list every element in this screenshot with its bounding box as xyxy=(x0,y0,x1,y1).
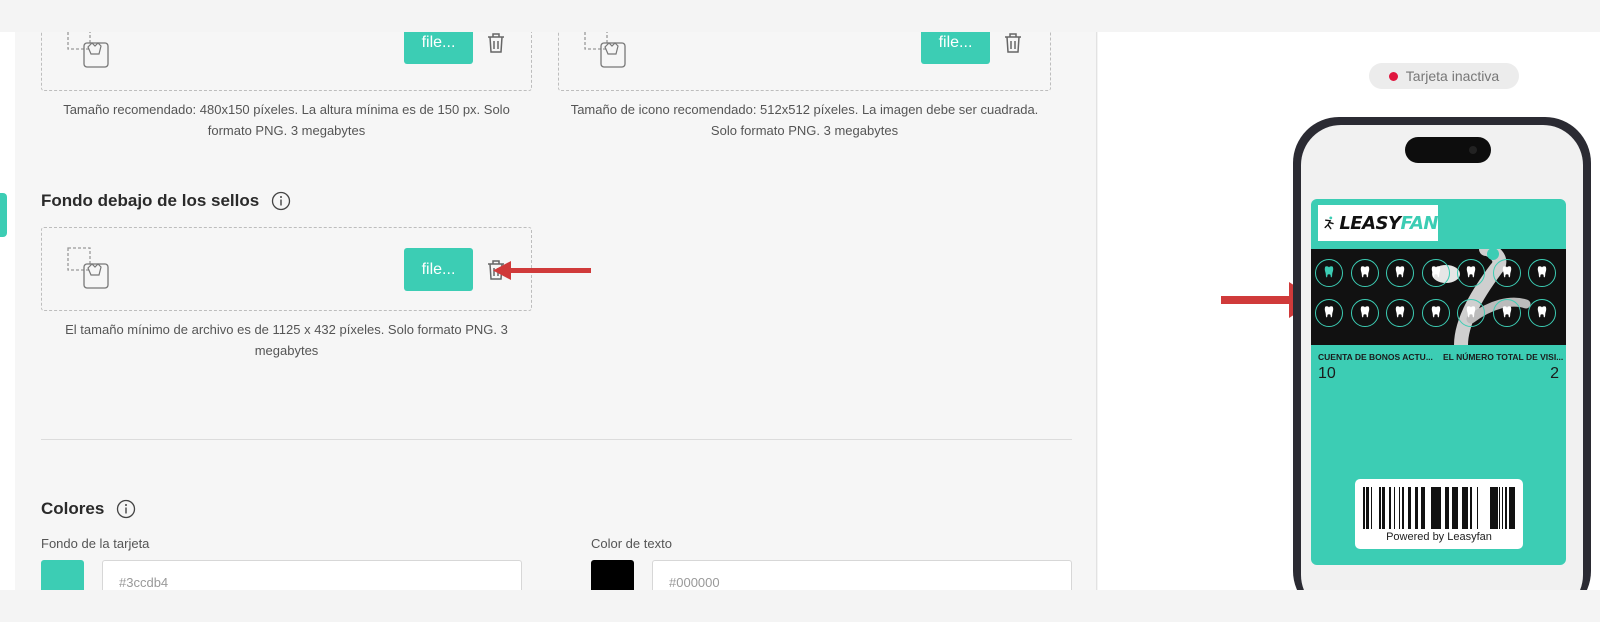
logo-file-button[interactable]: file... xyxy=(404,32,473,64)
tooth-icon xyxy=(1395,306,1405,318)
tooth-icon xyxy=(1360,306,1369,318)
top-bar xyxy=(0,0,1600,32)
text-color-swatch[interactable] xyxy=(591,560,634,590)
bonus-count-label: CUENTA DE BONOS ACTU... xyxy=(1318,352,1433,362)
stamp-slot xyxy=(1315,299,1343,327)
tooth-icon xyxy=(1466,306,1476,318)
stamp-slot xyxy=(1350,259,1379,287)
image-drop-icon xyxy=(67,32,109,68)
icon-delete-icon[interactable] xyxy=(1002,32,1024,55)
status-badge: Tarjeta inactiva xyxy=(1369,63,1519,89)
icon-file-button[interactable]: file... xyxy=(921,32,990,64)
status-text: Tarjeta inactiva xyxy=(1405,68,1500,84)
sidebar-active-tab[interactable] xyxy=(0,193,7,237)
stamp-slot xyxy=(1528,299,1556,327)
tooth-icon xyxy=(1537,306,1547,318)
annotation-arrow-left xyxy=(493,261,591,280)
tooth-icon xyxy=(1431,306,1440,318)
brand-logo: LEASYFAN xyxy=(1318,205,1439,241)
stamp-slot xyxy=(1386,299,1414,327)
text-color-input[interactable]: #000000 xyxy=(652,560,1072,590)
powered-by-text: Powered by Leasyfan xyxy=(1386,531,1492,543)
stamps-background-title: Fondo debajo de los sellos xyxy=(41,191,291,211)
icon-upload-hint: Tamaño de icono recomendado: 512x512 píx… xyxy=(570,102,1039,138)
image-drop-icon xyxy=(67,247,109,289)
stamp-slot xyxy=(1492,299,1521,327)
card-background-label: Fondo de la tarjeta xyxy=(41,536,150,551)
stamps-strip xyxy=(1311,249,1566,345)
section-divider xyxy=(41,439,1072,440)
barcode-card: Powered by Leasyfan xyxy=(1355,479,1523,549)
stamp-slot xyxy=(1457,259,1485,287)
stamp-slot xyxy=(1421,299,1450,327)
logo-text-part1: LEASY xyxy=(1339,212,1401,234)
stamp-slot xyxy=(1350,299,1379,327)
tooth-icon xyxy=(1502,266,1511,278)
camera-icon xyxy=(1469,146,1477,154)
left-sidebar xyxy=(0,32,15,590)
wallet-pass: LEASYFAN CUENTA DE BONOS ACTU... 10 EL N… xyxy=(1311,199,1566,565)
total-visits-label: EL NÚMERO TOTAL DE VISI... xyxy=(1443,352,1564,362)
logo-upload-hint: Tamaño recomendado: 480x150 píxeles. La … xyxy=(63,102,510,138)
info-icon[interactable] xyxy=(271,191,291,211)
tooth-icon xyxy=(1431,266,1440,278)
stamps-background-dropzone[interactable]: file... xyxy=(41,227,532,311)
colors-title-text: Colores xyxy=(41,499,105,518)
image-drop-icon xyxy=(584,32,626,68)
phone-screen: LEASYFAN CUENTA DE BONOS ACTU... 10 EL N… xyxy=(1301,125,1583,590)
text-color-label: Color de texto xyxy=(591,536,672,551)
icon-upload-dropzone[interactable]: file... xyxy=(558,32,1051,91)
tooth-icon xyxy=(1360,266,1369,278)
colors-title: Colores xyxy=(41,499,136,519)
status-dot-icon xyxy=(1388,71,1398,81)
card-background-swatch[interactable] xyxy=(41,560,84,590)
preview-panel: Tarjeta inactiva LEASYFAN CUENTA DE BONO… xyxy=(1098,32,1600,590)
stamps-background-hint: El tamaño mínimo de archivo es de 1125 x… xyxy=(65,322,508,358)
tooth-icon xyxy=(1395,266,1405,278)
tooth-icon xyxy=(1537,266,1547,278)
app: file... Tamaño recomendado: 480x150 píxe… xyxy=(0,0,1600,622)
stamps-background-file-button[interactable]: file... xyxy=(404,248,473,291)
stamp-slot xyxy=(1421,259,1450,287)
tooth-icon xyxy=(1324,266,1334,278)
bonus-count-value: 10 xyxy=(1318,365,1336,382)
logo-delete-icon[interactable] xyxy=(485,32,507,55)
logo-upload-dropzone[interactable]: file... xyxy=(41,32,532,91)
tooth-icon xyxy=(1324,306,1334,318)
total-visits-value: 2 xyxy=(1550,365,1559,382)
stamp-slot xyxy=(1315,259,1343,287)
barcode xyxy=(1363,487,1515,529)
stamp-slot xyxy=(1457,299,1485,327)
tooth-icon xyxy=(1466,266,1476,278)
runner-logo-icon xyxy=(1324,216,1334,230)
tooth-icon xyxy=(1502,306,1511,318)
card-background-input[interactable]: #3ccdb4 xyxy=(102,560,522,590)
stamp-slot xyxy=(1492,259,1521,287)
phone-mockup: LEASYFAN CUENTA DE BONOS ACTU... 10 EL N… xyxy=(1293,117,1591,590)
stamps-background-title-text: Fondo debajo de los sellos xyxy=(41,191,260,210)
dynamic-island xyxy=(1405,137,1491,163)
bottom-bar xyxy=(0,590,1600,622)
logo-text-part2: FAN xyxy=(1400,212,1439,234)
stamp-slot xyxy=(1386,259,1414,287)
editor-panel: file... Tamaño recomendado: 480x150 píxe… xyxy=(15,32,1097,590)
info-icon[interactable] xyxy=(116,499,136,519)
stamp-slot xyxy=(1528,259,1556,287)
